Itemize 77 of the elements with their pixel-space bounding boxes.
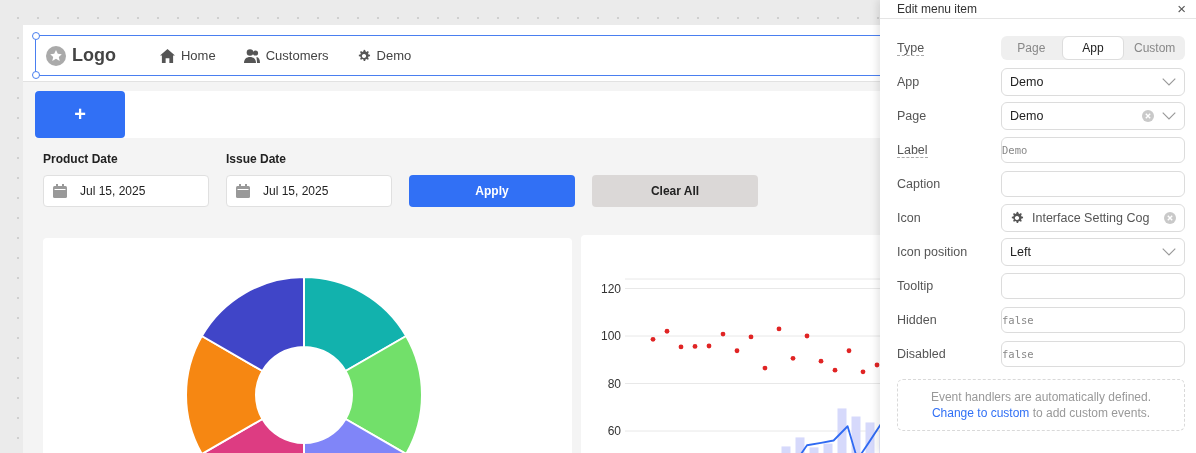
field-label: Label (897, 142, 928, 158)
apply-button[interactable]: Apply (409, 175, 575, 207)
data-point (678, 344, 684, 350)
data-point (846, 348, 852, 354)
bar (823, 443, 833, 453)
calendar-icon (236, 184, 250, 198)
star-logo-icon (46, 45, 66, 66)
text-field[interactable]: false (1001, 307, 1185, 333)
field-label: Page (897, 109, 927, 123)
y-axis-label: 120 (600, 281, 621, 296)
bar (851, 416, 861, 453)
field-label: Disabled (897, 347, 946, 361)
chevron-down-icon[interactable] (1162, 248, 1176, 256)
data-point (734, 348, 740, 354)
text-field[interactable] (1001, 171, 1185, 197)
data-point (720, 331, 726, 337)
y-axis-label: 100 (600, 329, 621, 343)
field-label: Tooltip (897, 279, 934, 293)
data-point (818, 358, 824, 364)
segment-tab[interactable]: App (1061, 36, 1125, 60)
logo-text: Logo (72, 45, 116, 66)
info-text: Event handlers are automatically defined. Change to custom to add custom events. (930, 389, 1152, 421)
data-point (748, 334, 754, 340)
field-label: Issue Date (226, 152, 288, 166)
panel-title: Edit menu item (897, 2, 978, 16)
select-field[interactable]: Left (1001, 238, 1185, 266)
cog-icon (356, 48, 371, 63)
clear-button[interactable]: Clear All (592, 175, 758, 207)
bar (795, 437, 805, 453)
data-point (762, 365, 768, 371)
bar (809, 447, 819, 453)
date-field[interactable]: Jul 15, 2025 (226, 175, 392, 207)
field-label: App (897, 75, 920, 89)
chevron-down-icon[interactable] (1162, 78, 1176, 86)
text-field[interactable]: false (1001, 341, 1185, 367)
field-label: Caption (897, 177, 941, 191)
nav-link[interactable]: Demo (356, 48, 412, 63)
field-label: Product Date (43, 152, 119, 166)
cog-icon (1010, 211, 1024, 225)
clear-icon[interactable] (1164, 212, 1176, 224)
field-label: Type (897, 40, 925, 56)
nav-link[interactable]: Home (160, 48, 216, 63)
calendar-icon (53, 184, 67, 198)
nav-link[interactable]: Customers (243, 48, 329, 63)
select-field[interactable]: Demo (1001, 102, 1185, 130)
data-point (664, 328, 670, 334)
data-point (874, 362, 880, 368)
data-point (832, 367, 838, 373)
data-point (776, 326, 782, 332)
icon-picker-field[interactable]: Interface Setting Cog (1001, 204, 1185, 232)
data-point (692, 344, 698, 349)
y-axis-label: 80 (607, 376, 621, 391)
field-label: Hidden (897, 313, 937, 327)
bar (865, 422, 875, 453)
selection-handle[interactable] (32, 32, 40, 40)
data-point (790, 355, 796, 361)
data-point (706, 343, 712, 349)
select-field[interactable]: Demo (1001, 68, 1185, 96)
field-label: Icon position (897, 245, 968, 259)
data-point (804, 333, 810, 339)
add-button[interactable]: + (35, 91, 125, 138)
date-field[interactable]: Jul 15, 2025 (43, 175, 209, 207)
y-axis-label: 60 (607, 424, 621, 438)
field-label: Icon (897, 211, 921, 225)
close-button[interactable]: × (1177, 2, 1186, 16)
bar (837, 408, 847, 453)
text-field[interactable] (1001, 273, 1185, 299)
text-field[interactable]: Demo (1001, 137, 1185, 163)
data-point (650, 336, 656, 342)
data-point (860, 369, 866, 375)
change-to-custom-link[interactable]: Change to custom (931, 406, 1030, 420)
users-icon (243, 48, 260, 63)
selection-handle[interactable] (32, 71, 40, 79)
clear-icon[interactable] (1142, 110, 1154, 122)
home-icon (160, 48, 175, 63)
bar (781, 446, 791, 453)
chevron-down-icon[interactable] (1162, 112, 1176, 120)
